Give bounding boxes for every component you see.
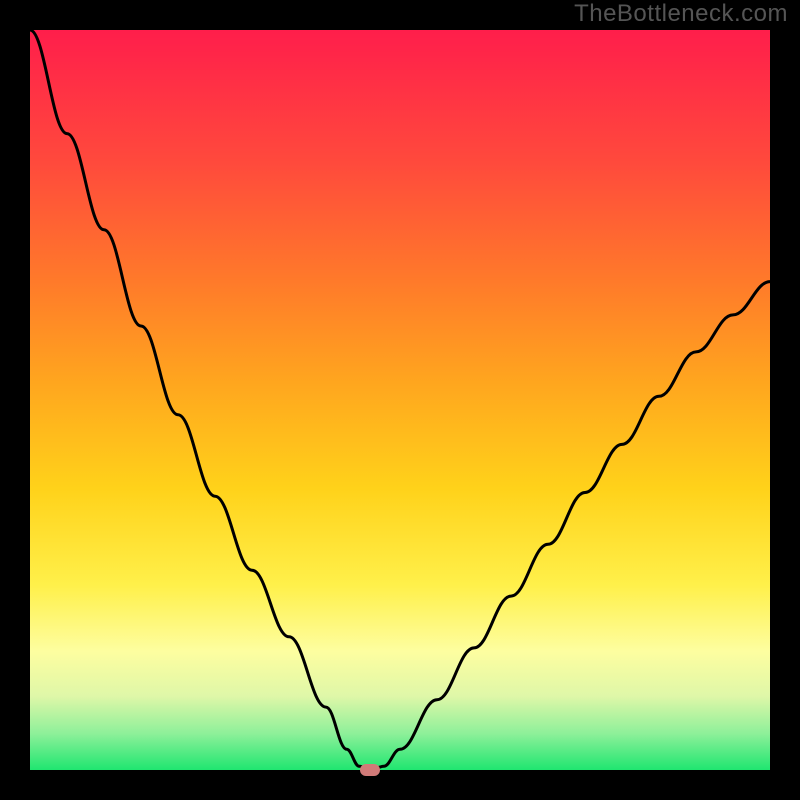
optimal-marker [360,764,380,776]
plot-area [30,30,770,770]
watermark-text: TheBottleneck.com [574,0,788,28]
bottleneck-curve [30,30,770,770]
chart-frame: TheBottleneck.com [0,0,800,800]
